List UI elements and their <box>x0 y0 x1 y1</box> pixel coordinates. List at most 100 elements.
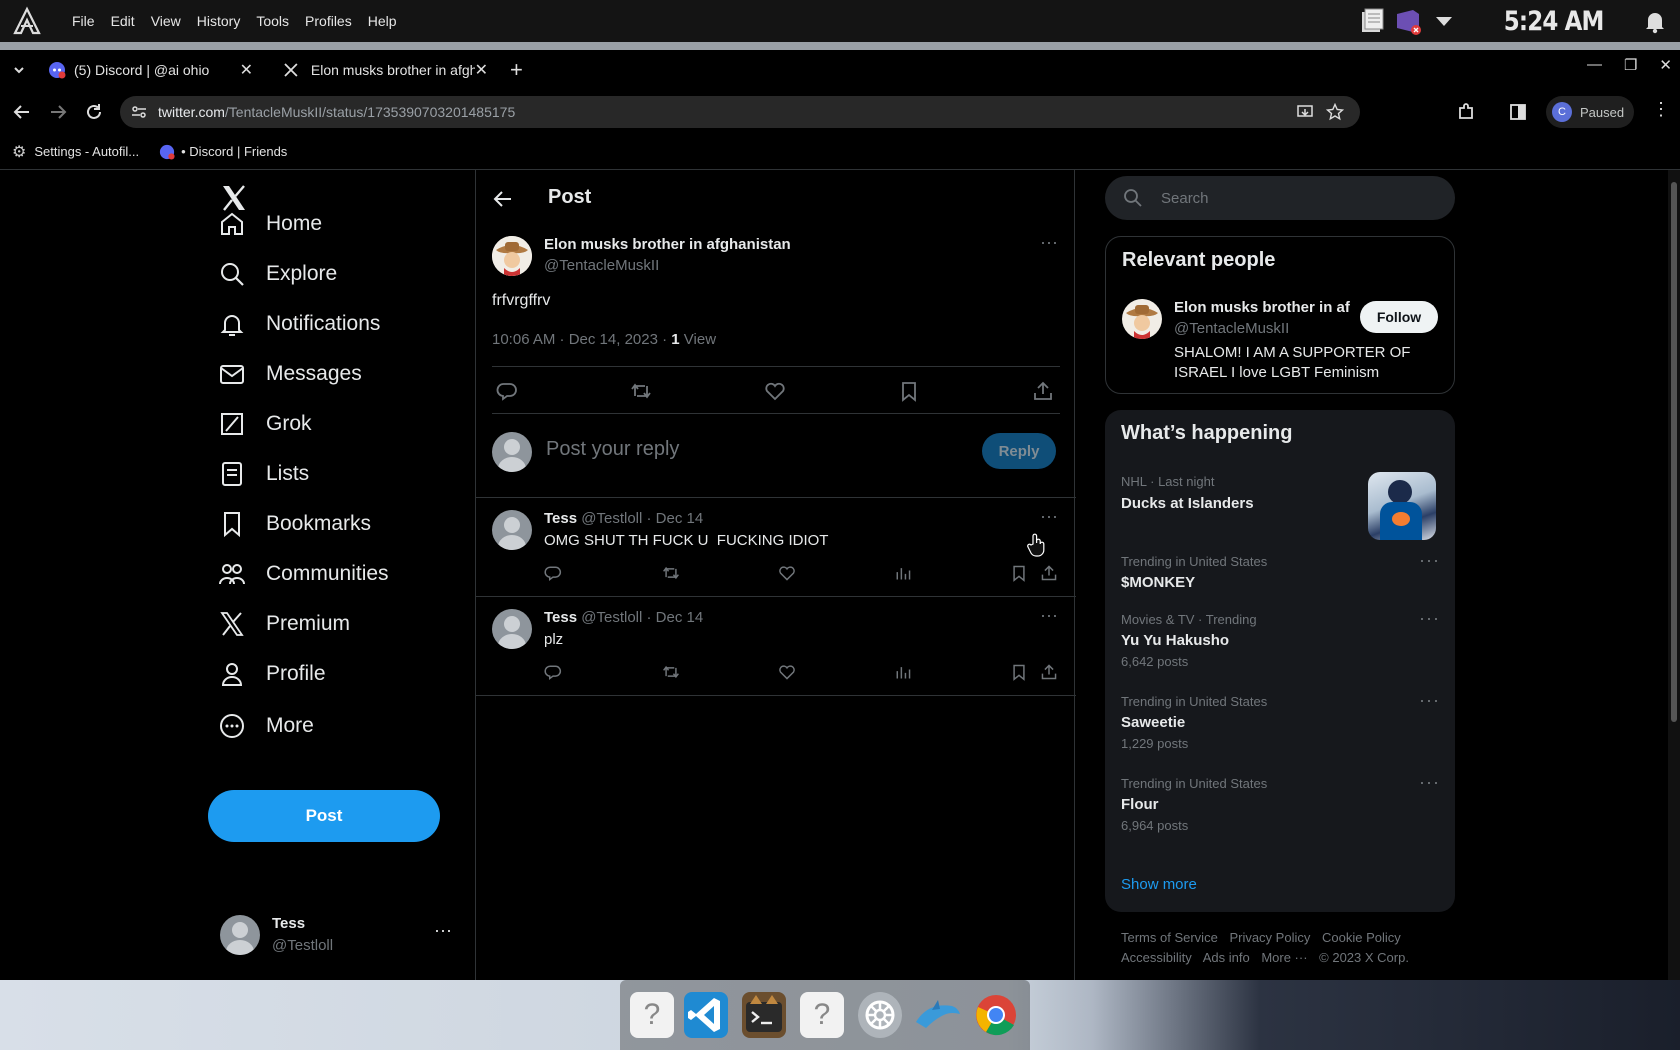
like-icon[interactable] <box>764 380 786 402</box>
menu-history[interactable]: History <box>189 13 249 29</box>
menu-help[interactable]: Help <box>360 13 405 29</box>
bookmark-discord-friends[interactable]: • Discord | Friends <box>159 144 287 160</box>
reply-icon[interactable] <box>544 663 562 681</box>
follow-button[interactable]: Follow <box>1360 301 1438 333</box>
relevant-avatar[interactable] <box>1122 299 1162 339</box>
reply-input[interactable]: Post your reply <box>546 438 679 461</box>
share-icon[interactable] <box>1040 564 1058 582</box>
reply-author-name[interactable]: Tess <box>544 609 577 626</box>
footer-terms[interactable]: Terms of Service <box>1121 930 1218 945</box>
menu-file[interactable]: File <box>64 13 103 29</box>
like-icon[interactable] <box>778 564 796 582</box>
settings-dock-icon[interactable] <box>858 992 902 1038</box>
views-chart-icon[interactable] <box>894 663 912 681</box>
tab-list-chevron-icon[interactable] <box>0 53 38 87</box>
sidebar-item-communities[interactable]: Communities <box>218 550 389 598</box>
sidebar-item-messages[interactable]: Messages <box>218 350 362 398</box>
share-icon[interactable] <box>1040 663 1058 681</box>
trend-item[interactable]: NHL · Last night Ducks at Islanders <box>1105 462 1455 546</box>
footer-ads-info[interactable]: Ads info <box>1203 950 1250 965</box>
close-window-button[interactable]: ✕ <box>1659 56 1672 74</box>
page-scrollbar[interactable] <box>1668 170 1680 980</box>
trend-item[interactable]: Movies & TV · Trending Yu Yu Hakusho 6,6… <box>1105 608 1455 690</box>
tab-discord[interactable]: (5) Discord | @ai ohio ✕ <box>38 53 263 87</box>
trend-item[interactable]: Trending in United States Flour 6,964 po… <box>1105 772 1455 854</box>
profile-chip[interactable]: C Paused <box>1546 96 1634 128</box>
dolphin-dock-icon[interactable] <box>912 992 960 1038</box>
reply-icon[interactable] <box>496 380 518 402</box>
install-app-icon[interactable] <box>1296 103 1314 121</box>
trend-more-icon[interactable]: ··· <box>1419 608 1440 629</box>
bookmark-icon[interactable] <box>1010 663 1028 681</box>
footer-accessibility[interactable]: Accessibility <box>1121 950 1192 965</box>
back-arrow-icon[interactable] <box>492 188 514 210</box>
share-icon[interactable] <box>1032 380 1054 402</box>
notification-bell-icon[interactable] <box>1642 8 1668 34</box>
sidebar-item-grok[interactable]: Grok <box>218 400 312 448</box>
tab-close-icon[interactable]: ✕ <box>475 60 488 80</box>
repost-icon[interactable] <box>662 564 680 582</box>
menu-edit[interactable]: Edit <box>103 13 143 29</box>
address-bar[interactable]: twitter.com/TentacleMuskII/status/173539… <box>120 96 1360 128</box>
vscode-dock-icon[interactable] <box>684 992 728 1038</box>
views-chart-icon[interactable] <box>894 564 912 582</box>
repost-icon[interactable] <box>662 663 680 681</box>
tray-dropdown-icon[interactable] <box>1433 11 1455 31</box>
post-author-avatar[interactable] <box>492 236 532 276</box>
menu-view[interactable]: View <box>143 13 189 29</box>
reply-item[interactable]: Tess @Testloll · Dec 14 ··· OMG SHUT TH … <box>476 498 1076 596</box>
reply-date[interactable]: · Dec 14 <box>647 510 704 527</box>
sidebar-item-home[interactable]: Home <box>218 200 322 248</box>
footer-more[interactable]: More ··· <box>1261 950 1307 965</box>
reply-date[interactable]: · Dec 14 <box>647 609 704 626</box>
browser-menu-icon[interactable]: ⋮ <box>1652 99 1670 120</box>
post-button[interactable]: Post <box>208 790 440 842</box>
back-icon[interactable] <box>12 102 32 122</box>
chrome-dock-icon[interactable] <box>974 992 1018 1038</box>
reply-author-handle[interactable]: @Testloll <box>581 609 642 626</box>
menu-tools[interactable]: Tools <box>248 13 297 29</box>
reply-button[interactable]: Reply <box>982 433 1056 469</box>
site-settings-icon[interactable] <box>130 103 148 121</box>
tab-twitter-post[interactable]: Elon musks brother in afgh ✕ <box>273 53 498 87</box>
sidebar-item-notifications[interactable]: Notifications <box>218 300 380 348</box>
trend-more-icon[interactable]: ··· <box>1419 772 1440 793</box>
footer-cookie[interactable]: Cookie Policy <box>1322 930 1401 945</box>
reply-more-icon[interactable]: ··· <box>1040 506 1058 527</box>
bookmark-icon[interactable] <box>898 380 920 402</box>
new-tab-button[interactable]: + <box>510 57 523 83</box>
trend-item[interactable]: Trending in United States $MONKEY ··· <box>1105 546 1455 608</box>
bookmark-icon[interactable] <box>1010 564 1028 582</box>
terminal-dock-icon[interactable] <box>742 992 786 1038</box>
side-panel-icon[interactable] <box>1508 102 1528 122</box>
minimize-button[interactable]: — <box>1587 56 1602 74</box>
repost-icon[interactable] <box>630 380 652 402</box>
sidebar-item-profile[interactable]: Profile <box>218 650 326 698</box>
tab-close-icon[interactable]: ✕ <box>240 60 253 80</box>
reply-item[interactable]: Tess @Testloll · Dec 14 ··· plz <box>476 597 1076 695</box>
reply-more-icon[interactable]: ··· <box>1040 605 1058 626</box>
unknown-file-dock-icon[interactable]: ? <box>800 992 844 1038</box>
reply-author-name[interactable]: Tess <box>544 510 577 527</box>
menu-profiles[interactable]: Profiles <box>297 13 360 29</box>
unknown-file-dock-icon[interactable]: ? <box>630 992 674 1038</box>
bookmark-star-icon[interactable] <box>1326 103 1344 121</box>
post-more-icon[interactable]: ··· <box>1040 232 1058 253</box>
sidebar-item-explore[interactable]: Explore <box>218 250 337 298</box>
clipboard-icon[interactable] <box>1357 6 1387 36</box>
post-timestamp[interactable]: 10:06 AM · Dec 14, 2023 · <box>492 331 671 348</box>
trend-more-icon[interactable]: ··· <box>1419 550 1440 571</box>
sidebar-item-more[interactable]: More <box>218 702 314 750</box>
trend-item[interactable]: Trending in United States Saweetie 1,229… <box>1105 690 1455 772</box>
bookmark-settings-autofill[interactable]: ⚙ Settings - Autofil... <box>12 142 139 162</box>
sidebar-item-premium[interactable]: Premium <box>218 600 350 648</box>
vscode-tray-icon[interactable] <box>1393 6 1423 36</box>
account-switcher[interactable]: Tess @Testloll ··· <box>218 910 458 966</box>
scrollbar-thumb[interactable] <box>1671 182 1677 722</box>
like-icon[interactable] <box>778 663 796 681</box>
post-author-handle[interactable]: @TentacleMuskII <box>544 257 659 274</box>
extensions-icon[interactable] <box>1456 102 1476 122</box>
trend-more-icon[interactable]: ··· <box>1419 690 1440 711</box>
search-input[interactable]: Search <box>1105 176 1455 220</box>
relevant-name[interactable]: Elon musks brother in af <box>1174 299 1350 316</box>
